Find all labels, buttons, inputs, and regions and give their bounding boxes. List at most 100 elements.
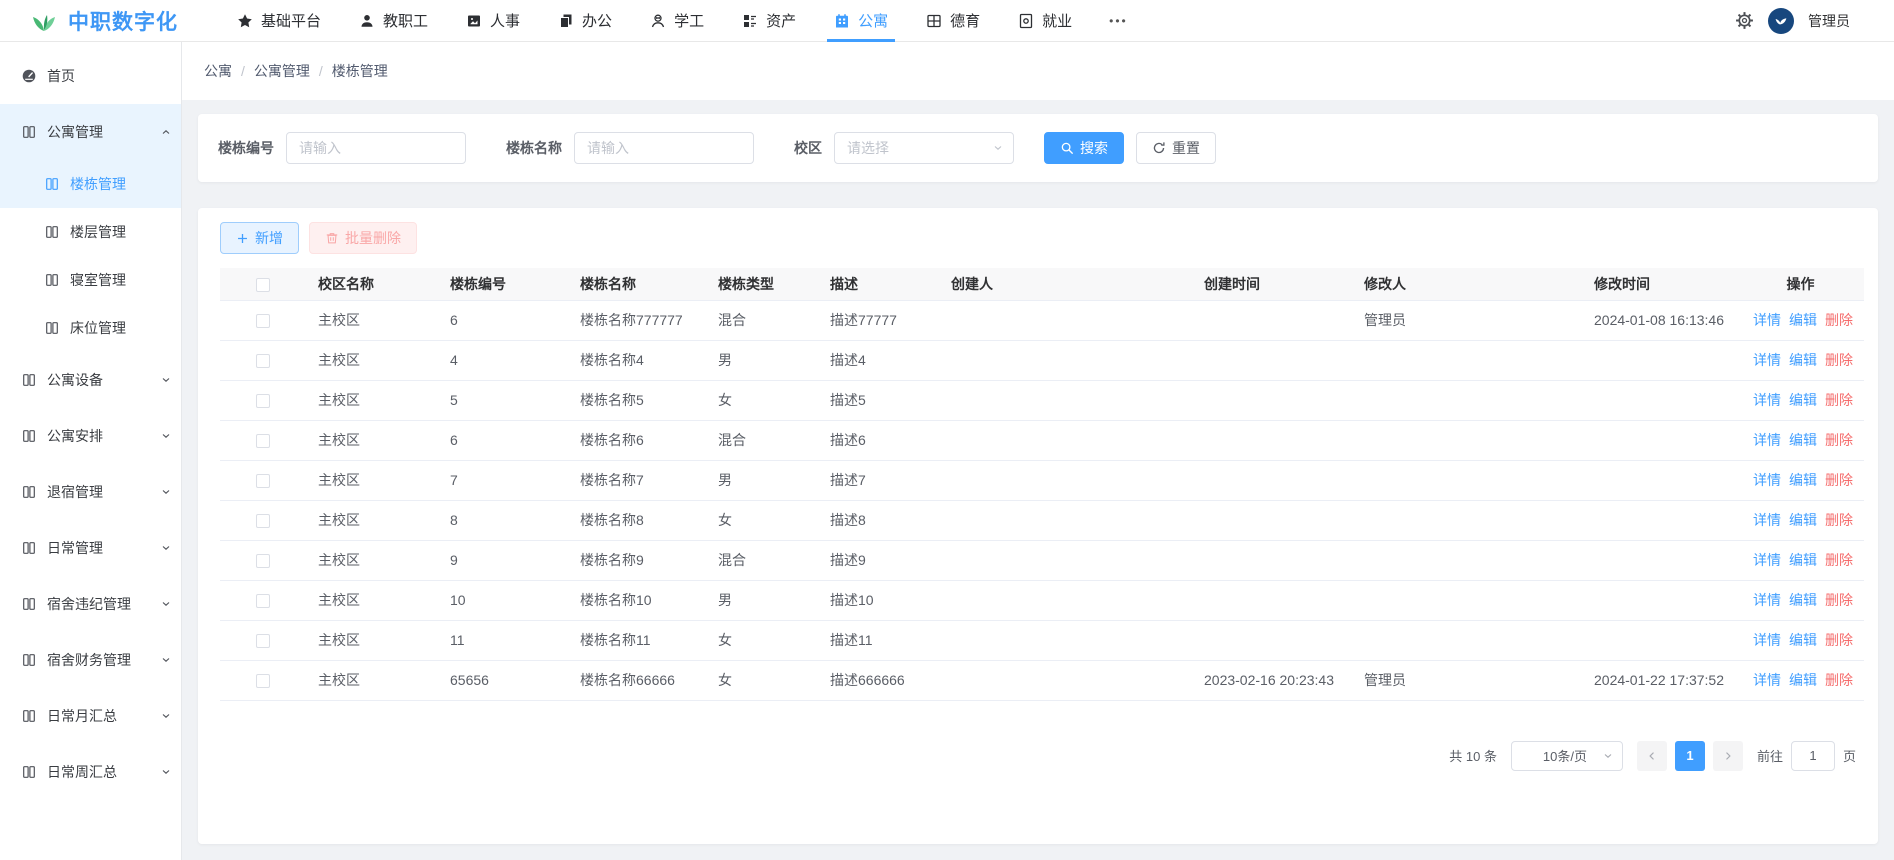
menu-home[interactable]: 首页 — [0, 48, 181, 104]
goto-page-input[interactable] — [1791, 741, 1835, 771]
building-no-input[interactable] — [286, 132, 466, 164]
nav-assets[interactable]: 资产 — [723, 0, 815, 41]
user-avatar[interactable] — [1768, 8, 1794, 34]
edit-link[interactable]: 编辑 — [1789, 472, 1817, 488]
breadcrumb-item-apartment-management[interactable]: 公寓管理 — [254, 61, 310, 81]
delete-link[interactable]: 删除 — [1825, 592, 1853, 608]
nav-student-affairs[interactable]: 学工 — [631, 0, 723, 41]
menu-floor-management-label: 楼层管理 — [70, 222, 126, 242]
row-checkbox[interactable] — [256, 674, 270, 688]
detail-link[interactable]: 详情 — [1753, 512, 1781, 528]
menu-building-management[interactable]: 楼栋管理 — [0, 160, 181, 208]
row-checkbox[interactable] — [256, 314, 270, 328]
nav-base-platform[interactable]: 基础平台 — [218, 0, 340, 41]
edit-link[interactable]: 编辑 — [1789, 392, 1817, 408]
menu-daily-weekly-summary-label: 日常周汇总 — [47, 762, 117, 782]
edit-link[interactable]: 编辑 — [1789, 672, 1817, 688]
cell-actions: 详情编辑删除 — [1737, 340, 1864, 380]
edit-link[interactable]: 编辑 — [1789, 552, 1817, 568]
row-checkbox[interactable] — [256, 554, 270, 568]
delete-link[interactable]: 删除 — [1825, 392, 1853, 408]
row-checkbox[interactable] — [256, 474, 270, 488]
add-button[interactable]: 新增 — [220, 222, 299, 254]
detail-link[interactable]: 详情 — [1753, 472, 1781, 488]
nav-employment[interactable]: 就业 — [999, 0, 1091, 41]
detail-link[interactable]: 详情 — [1753, 592, 1781, 608]
table-row: 主校区9楼栋名称9混合描述9详情编辑删除 — [220, 540, 1864, 580]
delete-link[interactable]: 删除 — [1825, 352, 1853, 368]
reset-button-label: 重置 — [1172, 138, 1200, 158]
detail-link[interactable]: 详情 — [1753, 312, 1781, 328]
delete-link[interactable]: 删除 — [1825, 312, 1853, 328]
user-name[interactable]: 管理员 — [1808, 11, 1850, 31]
row-checkbox[interactable] — [256, 394, 270, 408]
delete-link[interactable]: 删除 — [1825, 672, 1853, 688]
building-name-input[interactable] — [574, 132, 754, 164]
edit-link[interactable]: 编辑 — [1789, 312, 1817, 328]
menu-bed-management[interactable]: 床位管理 — [0, 304, 181, 352]
delete-link[interactable]: 删除 — [1825, 512, 1853, 528]
delete-link[interactable]: 删除 — [1825, 432, 1853, 448]
edit-link[interactable]: 编辑 — [1789, 632, 1817, 648]
menu-daily-weekly-summary[interactable]: 日常周汇总 — [0, 744, 181, 800]
batch-delete-button[interactable]: 批量删除 — [309, 222, 417, 254]
page-number-current[interactable]: 1 — [1675, 741, 1705, 771]
menu-checkout-management[interactable]: 退宿管理 — [0, 464, 181, 520]
row-checkbox[interactable] — [256, 634, 270, 648]
col-header-modify-time: 修改时间 — [1582, 268, 1737, 300]
cell-modify-time: 2024-01-22 17:37:52 — [1582, 660, 1737, 700]
edit-link[interactable]: 编辑 — [1789, 592, 1817, 608]
detail-link[interactable]: 详情 — [1753, 632, 1781, 648]
settings-gear-icon[interactable] — [1735, 11, 1754, 30]
reset-button[interactable]: 重置 — [1136, 132, 1216, 164]
detail-link[interactable]: 详情 — [1753, 352, 1781, 368]
row-checkbox[interactable] — [256, 434, 270, 448]
cell-actions: 详情编辑删除 — [1737, 580, 1864, 620]
menu-dorm-finance-management[interactable]: 宿舍财务管理 — [0, 632, 181, 688]
search-button[interactable]: 搜索 — [1044, 132, 1124, 164]
top-nav: 基础平台教职工人事办公学工资产公寓德育就业 — [218, 0, 1091, 41]
row-checkbox[interactable] — [256, 514, 270, 528]
menu-apartment-equipment[interactable]: 公寓设备 — [0, 352, 181, 408]
menu-daily-management[interactable]: 日常管理 — [0, 520, 181, 576]
chevron-down-icon — [160, 542, 172, 554]
menu-daily-monthly-summary[interactable]: 日常月汇总 — [0, 688, 181, 744]
nav-faculty[interactable]: 教职工 — [340, 0, 447, 41]
campus-select[interactable]: 请选择 — [834, 132, 1014, 164]
detail-link[interactable]: 详情 — [1753, 672, 1781, 688]
cell-actions: 详情编辑删除 — [1737, 460, 1864, 500]
campus-label: 校区 — [794, 138, 822, 158]
menu-floor-management[interactable]: 楼层管理 — [0, 208, 181, 256]
row-checkbox[interactable] — [256, 354, 270, 368]
edit-link[interactable]: 编辑 — [1789, 432, 1817, 448]
nav-hr[interactable]: 人事 — [447, 0, 539, 41]
ellipsis-icon: ••• — [1109, 14, 1128, 28]
menu-apartment-arrangement[interactable]: 公寓安排 — [0, 408, 181, 464]
nav-office[interactable]: 办公 — [539, 0, 631, 41]
cell-building-name: 楼栋名称4 — [568, 340, 706, 380]
breadcrumb-item-apartment[interactable]: 公寓 — [204, 61, 232, 81]
menu-dorm-violation-management[interactable]: 宿舍违纪管理 — [0, 576, 181, 632]
detail-link[interactable]: 详情 — [1753, 552, 1781, 568]
row-checkbox[interactable] — [256, 594, 270, 608]
office-icon — [558, 13, 574, 29]
next-page-button[interactable] — [1713, 741, 1743, 771]
delete-link[interactable]: 删除 — [1825, 632, 1853, 648]
menu-apartment-management[interactable]: 公寓管理 — [0, 104, 181, 160]
delete-link[interactable]: 删除 — [1825, 552, 1853, 568]
cell-description: 描述9 — [818, 540, 939, 580]
topbar-right: 管理员 — [1735, 0, 1894, 41]
edit-link[interactable]: 编辑 — [1789, 512, 1817, 528]
nav-apartment[interactable]: 公寓 — [815, 0, 907, 41]
edit-link[interactable]: 编辑 — [1789, 352, 1817, 368]
nav-more-button[interactable]: ••• — [1091, 0, 1146, 41]
detail-link[interactable]: 详情 — [1753, 432, 1781, 448]
cell-building-type: 女 — [706, 500, 818, 540]
select-all-checkbox[interactable] — [256, 278, 270, 292]
menu-dorm-management[interactable]: 寝室管理 — [0, 256, 181, 304]
page-size-select[interactable]: 10条/页 — [1511, 741, 1623, 771]
prev-page-button[interactable] — [1637, 741, 1667, 771]
nav-moral-education[interactable]: 德育 — [907, 0, 999, 41]
delete-link[interactable]: 删除 — [1825, 472, 1853, 488]
detail-link[interactable]: 详情 — [1753, 392, 1781, 408]
